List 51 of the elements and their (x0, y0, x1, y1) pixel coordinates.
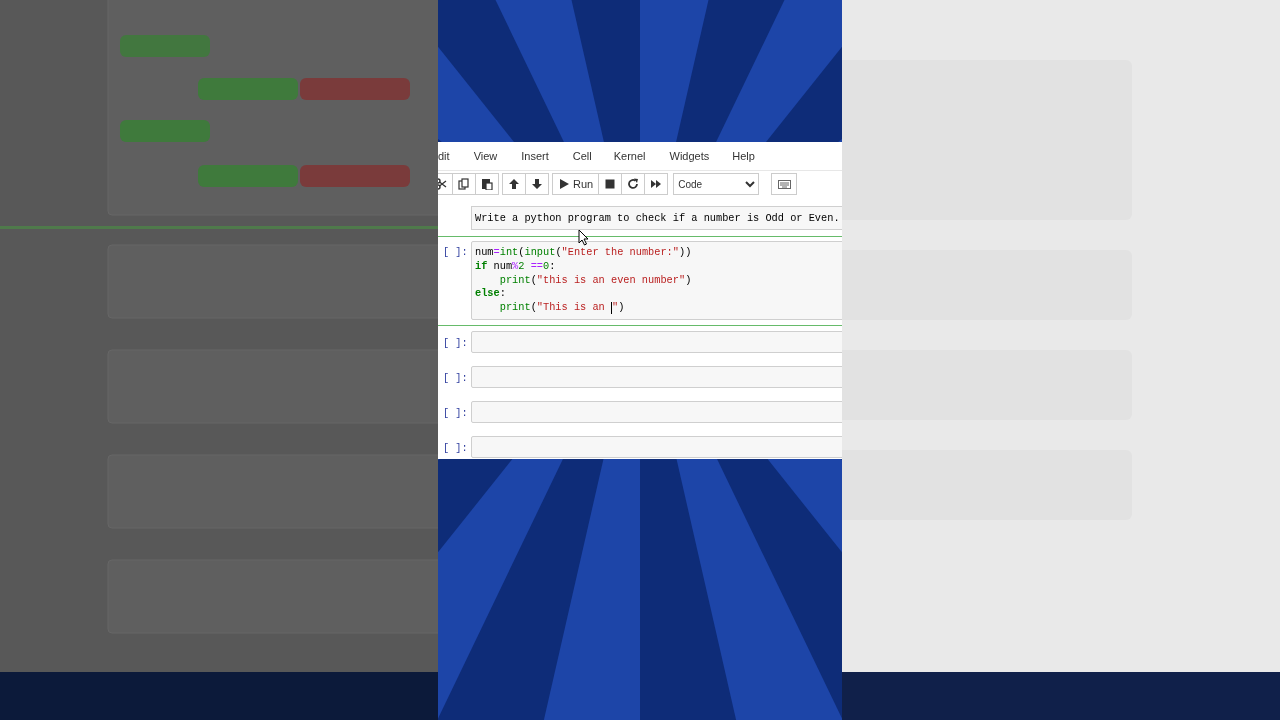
keyboard-icon (777, 179, 791, 189)
mouse-pointer-icon (578, 229, 589, 246)
run-button[interactable]: Run (552, 173, 600, 195)
menu-item[interactable]: dit (438, 150, 450, 162)
code-line: num=int(input("Enter the number:")) (475, 246, 693, 260)
menu-item[interactable]: Cell (572, 150, 592, 162)
notebook-cell[interactable]: [ ]: (438, 396, 842, 431)
play-icon (558, 178, 570, 190)
text-cursor (610, 302, 612, 315)
restart-icon (627, 178, 640, 190)
code-line: print("This is an ") (498, 301, 626, 315)
paste-icon (481, 178, 493, 190)
cell-prompt: [ ]: (442, 336, 469, 351)
copy-button[interactable] (452, 173, 476, 195)
menu-item[interactable]: View (473, 150, 498, 162)
arrow-up-icon (508, 178, 520, 190)
notebook-cell[interactable]: [ ]: (438, 326, 842, 361)
menu-item[interactable]: Insert (521, 150, 549, 162)
arrow-down-icon (531, 178, 543, 190)
code-line: else: (475, 287, 507, 302)
code-cell[interactable] (471, 401, 842, 423)
code-line: if num%2 ==0: (475, 259, 557, 274)
arrow-up-button[interactable] (502, 173, 526, 195)
menu-item[interactable]: Help (732, 150, 755, 162)
cell-prompt: [ ]: (442, 441, 469, 456)
code-cell[interactable] (471, 331, 842, 353)
cell-prompt: [ ]: (442, 371, 469, 386)
notebook-cell[interactable]: Write a python program to check if a number is Odd or Even. (438, 201, 842, 236)
restart-button[interactable] (621, 173, 646, 195)
menu-item[interactable]: Widgets (669, 150, 710, 162)
cell-type-select[interactable]: Code (673, 173, 760, 195)
code-line: print("this is an even number") (498, 273, 693, 288)
cell-prompt: [ ]: (442, 245, 469, 259)
stop-icon (604, 178, 617, 190)
markdown-cell[interactable]: Write a python program to check if a number is Odd or Even. (471, 206, 842, 230)
keyboard-button[interactable] (771, 173, 798, 195)
notebook-cell[interactable]: [ ]: num=int(input("Enter the number:")) if num%2 ==0: print("this is an even number") else: print("This is an ") (438, 236, 842, 326)
cell-prompt: [ ]: (442, 406, 469, 421)
fast-forward-button[interactable] (644, 173, 669, 195)
copy-icon (458, 178, 470, 190)
menu-item[interactable]: Kernel (613, 150, 646, 162)
code-cell[interactable]: num=int(input("Enter the number:")) if num%2 ==0: print("this is an even number") else: print("This is an ") (471, 241, 842, 320)
fast-forward-icon (650, 178, 663, 190)
code-cell[interactable] (471, 366, 842, 388)
paste-button[interactable] (475, 173, 499, 195)
scissors-icon (438, 178, 447, 190)
code-cell[interactable] (471, 436, 842, 458)
arrow-down-button[interactable] (525, 173, 549, 195)
stop-button[interactable] (598, 173, 623, 195)
notebook-cell[interactable]: [ ]: (438, 361, 842, 396)
notebook-cell[interactable]: [ ]: (438, 431, 842, 459)
